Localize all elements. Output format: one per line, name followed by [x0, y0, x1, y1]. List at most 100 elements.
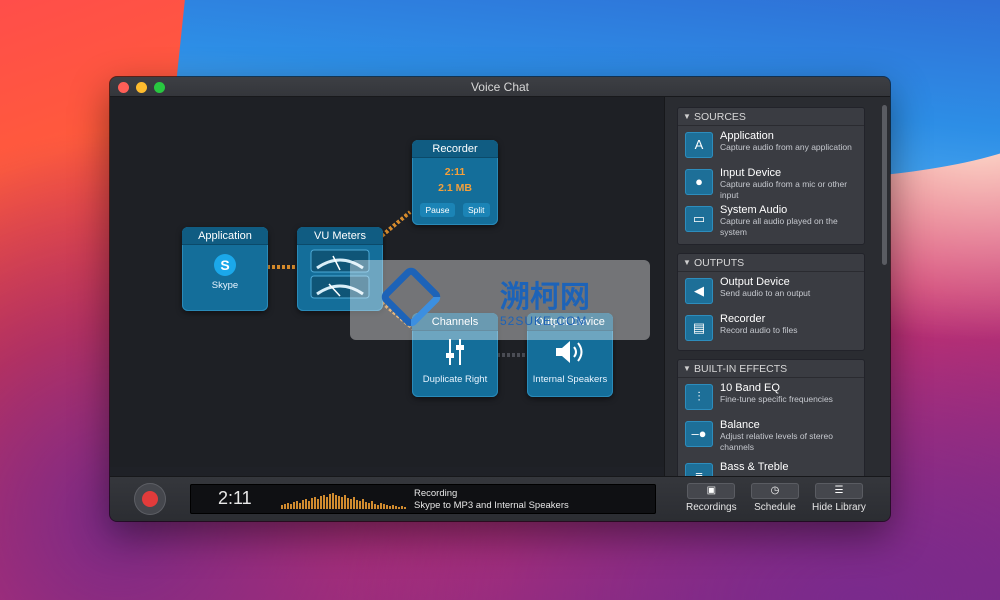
recording-status: Recording Skype to MP3 and Internal Spea…: [414, 488, 569, 512]
hide-library-label: Hide Library: [812, 502, 866, 513]
level-bar: [347, 498, 349, 509]
level-bar: [365, 502, 367, 509]
level-bar: [293, 502, 295, 509]
level-bar: [359, 501, 361, 509]
level-bar: [392, 505, 394, 509]
level-bar: [356, 500, 358, 509]
recordings-label: Recordings: [686, 502, 737, 513]
node-label: Skype: [211, 280, 239, 291]
watermark-logo-icon: [378, 264, 444, 330]
level-bar: [317, 499, 319, 509]
item-title: Output Device: [720, 276, 790, 288]
level-bar: [308, 501, 310, 509]
outputs-header[interactable]: ▼ OUTPUTS: [678, 254, 864, 272]
level-bar: [305, 499, 307, 509]
bottom-toolbar: 2:11 Recording Skype to MP3 and Internal…: [110, 476, 890, 521]
effects-header[interactable]: ▼ BUILT-IN EFFECTS: [678, 360, 864, 378]
speaker-icon: [556, 341, 583, 363]
item-title: Recorder: [720, 313, 766, 325]
node-recorder[interactable]: Recorder 2:11 2.1 MB Pause Split: [412, 140, 498, 225]
library-sidebar[interactable]: ▼ SOURCES A Application Capture audio fr…: [664, 97, 890, 479]
app-store-icon: A: [685, 132, 713, 158]
level-bar: [386, 505, 388, 509]
hide-library-button[interactable]: ☰ Hide Library: [812, 483, 866, 513]
item-desc: Capture audio from any application: [720, 142, 852, 152]
microphone-icon: ●: [685, 169, 713, 195]
level-meter: [281, 489, 406, 509]
node-title: Application: [182, 227, 268, 245]
level-bar: [341, 497, 343, 509]
panel-header-label: OUTPUTS: [694, 257, 745, 269]
item-desc: Send audio to an output: [720, 288, 811, 298]
item-desc: Adjust relative levels of stereo channel…: [720, 431, 833, 452]
window-title: Voice Chat: [470, 80, 530, 94]
level-bar: [323, 495, 325, 509]
level-bar: [389, 506, 391, 509]
schedule-label: Schedule: [754, 502, 796, 513]
document-icon: ▤: [685, 315, 713, 341]
source-system-audio[interactable]: ▭ System Audio Capture all audio played …: [678, 200, 864, 237]
item-title: Balance: [720, 419, 760, 431]
source-input-device[interactable]: ● Input Device Capture audio from a mic …: [678, 163, 864, 200]
level-bar: [329, 494, 331, 509]
item-desc: Fine-tune specific frequencies: [720, 394, 833, 404]
level-bar: [299, 503, 301, 509]
folder-icon: ▣: [687, 483, 736, 499]
sources-panel: ▼ SOURCES A Application Capture audio fr…: [677, 107, 865, 245]
level-bar: [284, 504, 286, 509]
sidebar-scrollbar[interactable]: [882, 105, 887, 265]
wire-app-vu: [267, 265, 297, 269]
level-bar: [326, 497, 328, 509]
level-bar: [383, 504, 385, 509]
channels-slider-icon: [446, 339, 464, 365]
watermark-text: 溯柯网: [500, 280, 590, 315]
elapsed-time: 2:11: [218, 488, 252, 508]
item-desc: Record audio to files: [720, 325, 798, 335]
wire-channels-output: [497, 353, 527, 357]
effect-balance[interactable]: –● Balance Adjust relative levels of ste…: [678, 415, 864, 457]
skype-icon: S: [214, 254, 236, 276]
list-icon: ☰: [814, 483, 863, 499]
speaker-icon: ◀: [685, 278, 713, 304]
node-label: Internal Speakers: [532, 374, 608, 385]
output-output-device[interactable]: ◀ Output Device Send audio to an output: [678, 272, 864, 309]
status-display: 2:11 Recording Skype to MP3 and Internal…: [190, 484, 656, 514]
outputs-panel: ▼ OUTPUTS ◀ Output Device Send audio to …: [677, 253, 865, 351]
monitor-icon: ▭: [685, 206, 713, 232]
level-bar: [302, 500, 304, 509]
panel-header-label: SOURCES: [694, 111, 746, 123]
pause-button[interactable]: Pause: [420, 203, 455, 217]
recorder-time: 2:11: [444, 166, 466, 178]
record-button[interactable]: [134, 483, 166, 515]
level-bar: [398, 507, 400, 509]
level-bar: [374, 504, 376, 509]
source-application[interactable]: A Application Capture audio from any app…: [678, 126, 864, 163]
level-bar: [320, 496, 322, 509]
level-bar: [401, 506, 403, 509]
split-button[interactable]: Split: [463, 203, 490, 217]
item-desc: Capture all audio played on the system: [720, 216, 838, 237]
recorder-size: 2.1 MB: [438, 182, 472, 194]
level-bar: [353, 497, 355, 509]
output-recorder[interactable]: ▤ Recorder Record audio to files: [678, 309, 864, 346]
effect-10-band-eq[interactable]: ⫶ 10 Band EQ Fine-tune specific frequenc…: [678, 378, 864, 415]
level-bar: [404, 507, 406, 509]
sources-header[interactable]: ▼ SOURCES: [678, 108, 864, 126]
level-bar: [338, 496, 340, 509]
level-bar: [380, 503, 382, 509]
node-label: Duplicate Right: [422, 374, 488, 385]
node-application[interactable]: Application S Skype: [182, 227, 268, 311]
schedule-button[interactable]: ◷ Schedule: [751, 483, 799, 513]
recordings-button[interactable]: ▣ Recordings: [686, 483, 737, 513]
level-bar: [311, 498, 313, 509]
status-title: Recording: [414, 488, 458, 499]
level-bar: [368, 503, 370, 509]
level-bar: [296, 501, 298, 509]
node-title: VU Meters: [297, 227, 383, 245]
status-detail: Skype to MP3 and Internal Speakers: [414, 500, 569, 511]
effects-panel: ▼ BUILT-IN EFFECTS ⫶ 10 Band EQ Fine-tun…: [677, 359, 865, 479]
level-bar: [314, 497, 316, 509]
level-bar: [362, 499, 364, 509]
item-title: System Audio: [720, 204, 788, 216]
level-bar: [344, 495, 346, 509]
